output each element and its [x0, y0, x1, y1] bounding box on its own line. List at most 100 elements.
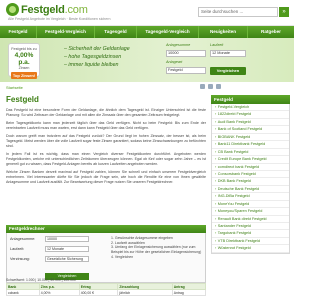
arrow-right-icon: ›: [215, 149, 217, 154]
site-logo[interactable]: Festgeld.com: [6, 3, 88, 16]
sidebar-item[interactable]: › Bank11 Direktbank Festgeld: [212, 141, 289, 149]
table-cell[interactable]: Antrag: [171, 289, 207, 296]
logo-text: Festgeld.com: [21, 4, 88, 16]
sidebar-item[interactable]: › Renault Bank direkt Festgeld: [212, 216, 289, 223]
sidebar-item-label: Bank of Scotland Festgeld: [217, 127, 263, 132]
arrow-right-icon: ›: [215, 105, 217, 109]
search-button[interactable]: »: [279, 7, 289, 17]
main-nav: Festgeld Festgeld-Vergleich Tagesgeld Ta…: [0, 26, 294, 38]
sidebar-item-label: ING-DiBa Festgeld: [217, 194, 250, 199]
sidebar-item-label: Targobank Festgeld: [217, 231, 252, 236]
sidebar-item[interactable]: › Moneyou/Sparen Festgeld: [212, 208, 289, 216]
threshold-bar: Schwellwert: 1.000 | 10.000 | 50.000 | 1…: [6, 278, 206, 282]
sidebar-item-label: Renault Bank direkt Festgeld: [217, 216, 267, 221]
claim-1: – Sicherheit der Geldanlage: [64, 46, 130, 52]
term-label: Laufzeit: [210, 43, 224, 47]
results-table: Bank Zins p.a. Ertrag Zinszahlung Antrag…: [6, 283, 207, 296]
sidebar-item[interactable]: › Audi Bank Festgeld: [212, 119, 289, 127]
calc-amount-label: Anlagesumme:: [10, 237, 36, 241]
calc-interest-label: Verzinsung:: [10, 257, 30, 261]
sidebar-title: Festgeld: [211, 95, 290, 104]
arrow-right-icon: ›: [215, 112, 217, 117]
arrow-right-icon: ›: [215, 238, 217, 243]
type-label: Anlageart: [166, 60, 183, 64]
site-header: Festgeld.com Alle Festgeld Angebote im V…: [0, 0, 294, 26]
sidebar-item-label: DKB Bank Festgeld: [217, 179, 251, 184]
nav-neuigkeiten[interactable]: Neuigkeiten: [199, 26, 248, 38]
table-cell: jährlich: [117, 289, 173, 296]
share-icon[interactable]: [216, 84, 221, 89]
search-input[interactable]: Seite durchsuchen ...: [198, 7, 278, 17]
sidebar-item[interactable]: › BIGBANK Festgeld: [212, 134, 289, 142]
paragraph: Beim Tagesgeldkonto kann man jederzeit t…: [6, 121, 206, 130]
calculator-body: Anlagesumme: 10000 Laufzeit: 12 Monate V…: [6, 233, 206, 283]
sidebar-item[interactable]: › Wüstenrot Festgeld: [212, 245, 289, 253]
calc-interest-select[interactable]: Gesetzliche Sicherung: [45, 256, 89, 262]
sidebar-item[interactable]: › Santander Festgeld: [212, 223, 289, 231]
sidebar-list: › Festgeld-Vergleich › 1822direkt Festgeld…: [211, 104, 290, 254]
sidebar-item[interactable]: › VTB Direktbank Festgeld: [212, 238, 289, 246]
print-icon[interactable]: [200, 84, 205, 89]
rate-badge[interactable]: Festgeld bis zu 4,00% p.a. Zinsen Top Zi…: [8, 43, 40, 79]
calc-instructions: 1. Gewünschte Anlagesumme eingeben 2. La…: [111, 236, 205, 260]
sidebar-item[interactable]: › Bank of Scotland Festgeld: [212, 126, 289, 134]
nav-festgeld[interactable]: Festgeld: [0, 26, 37, 38]
sidebar-item-label: Consorsbank Festgeld: [217, 171, 256, 176]
logo-name: Festgeld: [21, 3, 65, 16]
calculator-title: Festgeldrechner: [6, 225, 206, 233]
sidebar-item[interactable]: › MoneYou Festgeld: [212, 201, 289, 209]
calc-term-label: Laufzeit:: [10, 247, 25, 251]
table-row[interactable]: ccbank 4,00% 400,00 € jährlich Antrag: [6, 289, 207, 296]
badge-button[interactable]: Top Zinsen!: [11, 72, 37, 79]
sidebar-item-label: Moneyou/Sparen Festgeld: [217, 209, 263, 214]
arrow-right-icon: ›: [215, 194, 217, 199]
instruction-step: 4. Vergleichen: [111, 254, 134, 259]
sidebar-item[interactable]: › Festgeld-Vergleich: [212, 104, 289, 112]
threshold-label: Schwellwert:: [6, 278, 26, 282]
arrow-right-icon: ›: [215, 246, 217, 251]
sidebar-item-label: comdirect bank Festgeld: [217, 164, 260, 169]
badge-label: Festgeld bis zu: [11, 47, 37, 51]
calc-term-select[interactable]: 12 Monate: [45, 246, 89, 252]
claim-3: – immer liquide bleiben: [64, 62, 119, 68]
sidebar-item-label: 1822direkt Festgeld: [217, 112, 252, 117]
sidebar-item[interactable]: › DKB Bank Festgeld: [212, 178, 289, 186]
logo-suffix: .com: [64, 3, 88, 16]
nav-festgeld-vergleich[interactable]: Festgeld-Vergleich: [37, 26, 95, 38]
calc-amount-input[interactable]: 10000: [45, 236, 89, 242]
arrow-right-icon: ›: [215, 216, 217, 221]
paragraph: Das Festgeld ist eine besondere Form der…: [6, 108, 206, 117]
sidebar-item[interactable]: › Deutsche Bank Festgeld: [212, 186, 289, 194]
arrow-right-icon: ›: [215, 142, 217, 147]
badge-rate: 4,00% p.a.: [14, 52, 34, 66]
sidebar-item-label: Bank11 Direktbank Festgeld: [217, 142, 266, 147]
sidebar-item[interactable]: › CB Bank Festgeld: [212, 149, 289, 157]
sidebar-item[interactable]: › ING-DiBa Festgeld: [212, 193, 289, 201]
type-select[interactable]: Festgeld: [166, 67, 206, 74]
arrow-right-icon: ›: [215, 201, 217, 206]
breadcrumb[interactable]: Startseite: [6, 85, 23, 90]
sidebar-item[interactable]: › comdirect bank Festgeld: [212, 164, 289, 171]
arrow-right-icon: ›: [215, 171, 217, 176]
sidebar-item[interactable]: › Targobank Festgeld: [212, 230, 289, 238]
table-cell: 400,00 €: [78, 289, 119, 296]
sidebar-item-label: BIGBANK Festgeld: [217, 134, 251, 139]
nav-ratgeber[interactable]: Ratgeber: [248, 26, 294, 38]
sidebar-item[interactable]: › Consorsbank Festgeld: [212, 171, 289, 179]
sidebar-item-label: Santander Festgeld: [217, 224, 251, 228]
term-select[interactable]: 12 Monate: [210, 50, 246, 57]
compare-button[interactable]: Vergleichen: [210, 67, 246, 75]
table-cell: 4,00%: [38, 289, 80, 296]
sidebar-item-label: Credit Europe Bank Festgeld: [217, 157, 267, 162]
nav-tagesgeld[interactable]: Tagesgeld: [95, 26, 137, 38]
amount-input[interactable]: 10000: [166, 50, 206, 57]
sidebar: Festgeld › Festgeld-Vergleich › 1822direkt…: [211, 95, 290, 254]
email-icon[interactable]: [208, 84, 213, 89]
sidebar-item-label: VTB Direktbank Festgeld: [217, 238, 260, 243]
sidebar-item-label: Wüstenrot Festgeld: [217, 246, 251, 251]
sidebar-item[interactable]: › Credit Europe Bank Festgeld: [212, 156, 289, 164]
sidebar-item[interactable]: › 1822direkt Festgeld: [212, 111, 289, 119]
logo-icon: [6, 3, 19, 16]
threshold-values[interactable]: 1.000 | 10.000 | 50.000 | 100.000: [26, 278, 76, 282]
nav-tagesgeld-vergleich[interactable]: Tagesgeld-Vergleich: [137, 26, 199, 38]
